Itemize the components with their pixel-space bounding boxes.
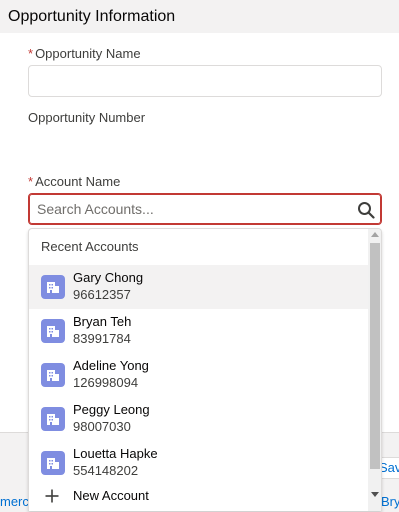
list-item[interactable]: Bryan Teh 83991784 bbox=[29, 309, 369, 353]
account-icon bbox=[41, 319, 65, 343]
section-title: Opportunity Information bbox=[0, 0, 399, 33]
list-item[interactable]: Louetta Hapke 554148202 bbox=[29, 441, 369, 485]
account-name: Louetta Hapke bbox=[73, 446, 158, 461]
opportunity-name-label: * Opportunity Name bbox=[28, 46, 141, 61]
account-number: 554148202 bbox=[73, 463, 139, 478]
account-name: Adeline Yong bbox=[73, 358, 149, 373]
account-number: 98007030 bbox=[73, 419, 131, 434]
required-marker: * bbox=[28, 46, 34, 61]
scroll-up-arrow-icon[interactable] bbox=[371, 232, 379, 237]
account-number: 126998094 bbox=[73, 375, 139, 390]
account-name-label-text: Account Name bbox=[35, 174, 121, 189]
required-marker: * bbox=[28, 174, 34, 189]
account-icon bbox=[41, 363, 65, 387]
account-lookup-dropdown: Recent Accounts Gary Chong 96612357 Brya… bbox=[28, 228, 382, 511]
account-name: Bryan Teh bbox=[73, 314, 132, 329]
background-text-right: Bry bbox=[381, 494, 399, 509]
account-number: 96612357 bbox=[73, 287, 131, 302]
account-search-input[interactable] bbox=[37, 194, 347, 224]
new-account-label: New Account bbox=[73, 488, 149, 503]
recent-accounts-heading: Recent Accounts bbox=[41, 239, 139, 254]
account-icon bbox=[41, 451, 65, 475]
opportunity-name-label-text: Opportunity Name bbox=[35, 46, 141, 61]
account-icon bbox=[41, 407, 65, 431]
list-item[interactable]: Gary Chong 96612357 bbox=[29, 265, 369, 309]
account-name: Peggy Leong bbox=[73, 402, 150, 417]
account-search-box[interactable] bbox=[28, 193, 382, 225]
account-number: 83991784 bbox=[73, 331, 131, 346]
dropdown-scrollbar[interactable] bbox=[368, 229, 381, 511]
opportunity-name-input[interactable] bbox=[28, 65, 382, 97]
list-item[interactable]: Adeline Yong 126998094 bbox=[29, 353, 369, 397]
list-item[interactable]: Peggy Leong 98007030 bbox=[29, 397, 369, 441]
plus-icon bbox=[45, 489, 59, 503]
account-name-label: * Account Name bbox=[28, 174, 120, 189]
account-icon bbox=[41, 275, 65, 299]
account-name: Gary Chong bbox=[73, 270, 144, 285]
new-account-button[interactable]: New Account bbox=[29, 485, 369, 511]
scrollbar-thumb[interactable] bbox=[370, 243, 380, 469]
search-icon[interactable] bbox=[357, 201, 375, 219]
scroll-down-arrow-icon[interactable] bbox=[371, 492, 379, 497]
opportunity-number-label: Opportunity Number bbox=[28, 110, 146, 125]
